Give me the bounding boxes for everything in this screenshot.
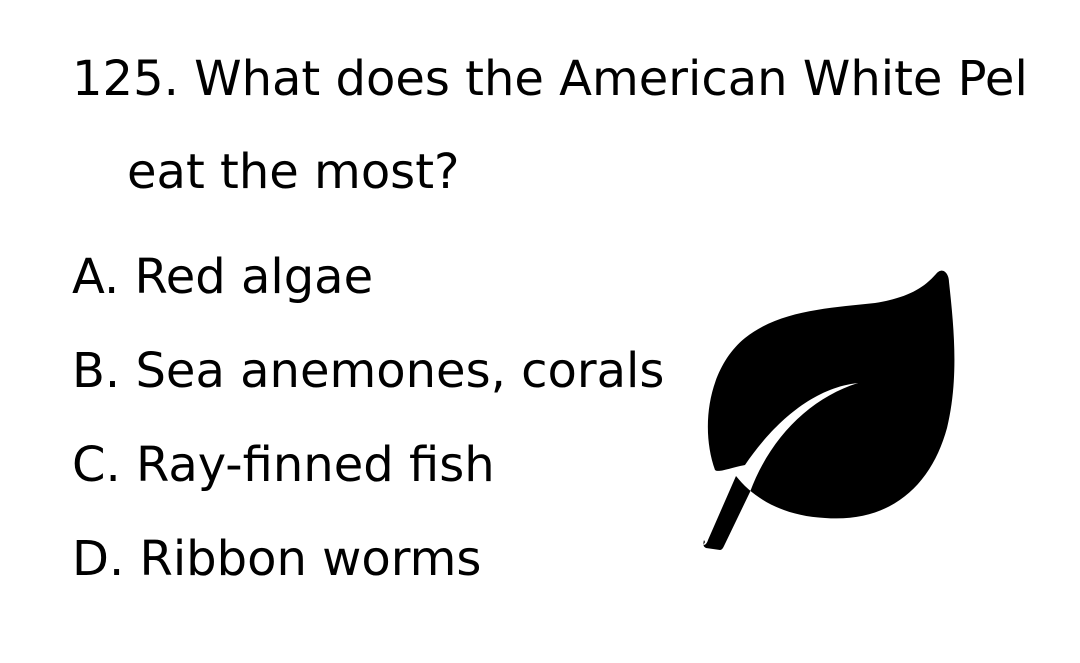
leaf-icon (703, 270, 955, 550)
option-a[interactable]: A. Red algae (72, 250, 664, 344)
option-b[interactable]: B. Sea anemones, corals (72, 344, 664, 438)
question-line-2: eat the most? (127, 144, 460, 200)
question-line-1: 125. What does the American White Pel (72, 51, 1028, 107)
answer-options: A. Red algae B. Sea anemones, corals C. … (72, 250, 664, 626)
option-d[interactable]: D. Ribbon worms (72, 532, 664, 626)
option-c[interactable]: C. Ray-finned fish (72, 438, 664, 532)
leaf-shape (703, 270, 955, 550)
question-text: 125. What does the American White Pel ea… (72, 33, 1080, 219)
